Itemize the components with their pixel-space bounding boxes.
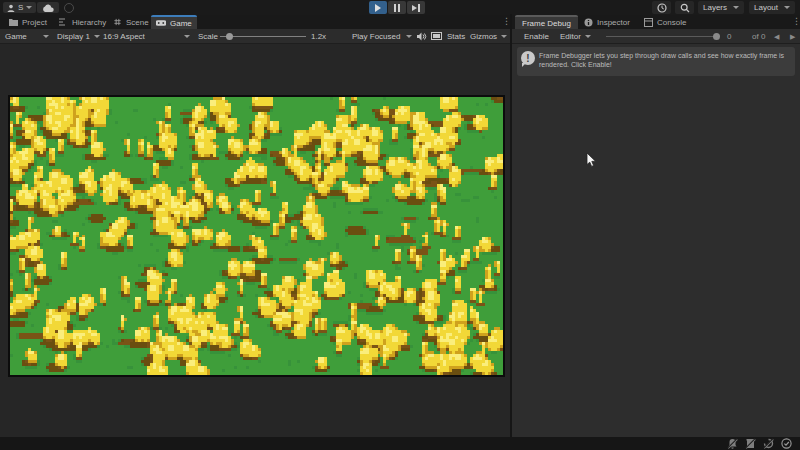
console-icon [644,18,653,27]
tab-label: Hierarchy [72,18,106,27]
tab-label: Console [657,18,686,27]
pause-icon [394,4,400,12]
tab-strip: Project Hierarchy Scene Game ⋮ Frame Deb… [0,15,800,29]
tab-console[interactable]: Console [637,15,693,29]
tab-hierarchy[interactable]: Hierarchy [52,15,113,29]
game-view-panel [0,44,510,437]
unity-editor-window: S Layers Layout Project [0,0,800,450]
search-button[interactable] [675,1,694,14]
chevron-down-icon [184,29,190,44]
slider-knob[interactable] [713,33,720,40]
display-dropdown[interactable]: Display 1 [57,29,100,44]
tab-game[interactable]: Game [151,15,197,29]
editor-dropdown[interactable]: Editor [560,29,591,44]
info-icon [584,18,593,27]
frame-debugger-panel: ! Frame Debugger lets you step through d… [512,44,800,437]
step-button[interactable] [407,1,425,14]
mouse-cursor [586,152,597,168]
pause-button[interactable] [388,1,406,14]
play-focused-dropdown[interactable]: Play Focused [352,29,400,44]
undo-history-button[interactable] [652,1,671,14]
main-toolbar: S Layers Layout [0,0,800,15]
scale-slider[interactable] [220,29,306,44]
monitor-icon [431,32,442,41]
hierarchy-icon [59,18,68,26]
layout-label: Layout [754,3,778,12]
tab-label: Inspector [597,18,630,27]
speaker-icon [417,32,427,41]
frame-value[interactable]: 0 [727,29,731,44]
frame-total: of 0 [752,29,765,44]
gizmos-dropdown[interactable]: Gizmos [470,29,497,44]
game-view-menu[interactable]: Game [5,29,27,44]
collab-icon[interactable] [64,3,74,13]
tab-label: Project [22,18,47,27]
play-icon [375,4,381,12]
layers-dropdown[interactable]: Layers [698,1,744,14]
tab-label: Frame Debug [522,19,571,28]
aspect-dropdown[interactable]: 16:9 Aspect [103,29,145,44]
frame-slider[interactable] [606,29,720,44]
chevron-down-icon [43,29,49,44]
tab-inspector[interactable]: Inspector [577,15,637,29]
scale-value: 1.2x [311,29,326,44]
layers-label: Layers [703,3,727,12]
stats-button[interactable]: Stats [447,29,465,44]
slider-knob[interactable] [226,33,233,40]
notifications-muted-icon[interactable] [727,438,738,449]
vsync-button[interactable] [431,29,442,44]
chevron-down-icon [94,35,100,38]
game-render-canvas [10,97,503,375]
status-bar [0,437,800,450]
chevron-down-icon [501,29,507,44]
frame-debugger-info-box: ! Frame Debugger lets you step through d… [517,47,795,76]
next-frame-button[interactable]: ▶ [790,29,795,44]
enable-button[interactable]: Enable [524,29,549,44]
chevron-down-icon [585,35,591,38]
play-button[interactable] [369,1,387,14]
layout-dropdown[interactable]: Layout [749,1,795,14]
refresh-muted-icon[interactable] [763,438,774,449]
search-icon [680,3,690,13]
chevron-down-icon [784,6,790,9]
tab-frame-debug[interactable]: Frame Debug [515,15,578,29]
tab-scene[interactable]: Scene [106,15,156,29]
panel-menu-icon[interactable]: ⋮ [792,17,800,26]
chevron-down-icon [406,29,412,44]
chevron-down-icon [26,6,32,9]
tab-label: Scene [126,18,149,27]
account-label: S [18,3,23,12]
cloud-icon [42,4,54,12]
cloud-button[interactable] [37,2,59,13]
play-controls [369,1,425,14]
chevron-down-icon [733,6,739,9]
cache-muted-icon[interactable] [745,438,756,449]
check-circle-icon[interactable] [781,438,792,449]
game-icon [156,19,166,27]
tab-label: Game [170,19,192,28]
scene-grid-icon [113,18,122,26]
view-toolbar: Game Display 1 16:9 Aspect Scale 1.2x Pl… [0,29,800,44]
step-icon [412,4,420,12]
person-icon [7,4,15,12]
scale-label: Scale [198,29,218,44]
info-text: Frame Debugger lets you step through dra… [539,51,789,69]
tab-project[interactable]: Project [2,15,54,29]
game-viewport[interactable] [8,95,505,377]
prev-frame-button[interactable]: ◀ [774,29,779,44]
folder-icon [9,18,18,26]
clock-icon [657,3,667,13]
mute-audio-button[interactable] [417,29,427,44]
account-button[interactable]: S [3,2,36,13]
alert-icon: ! [521,51,535,65]
